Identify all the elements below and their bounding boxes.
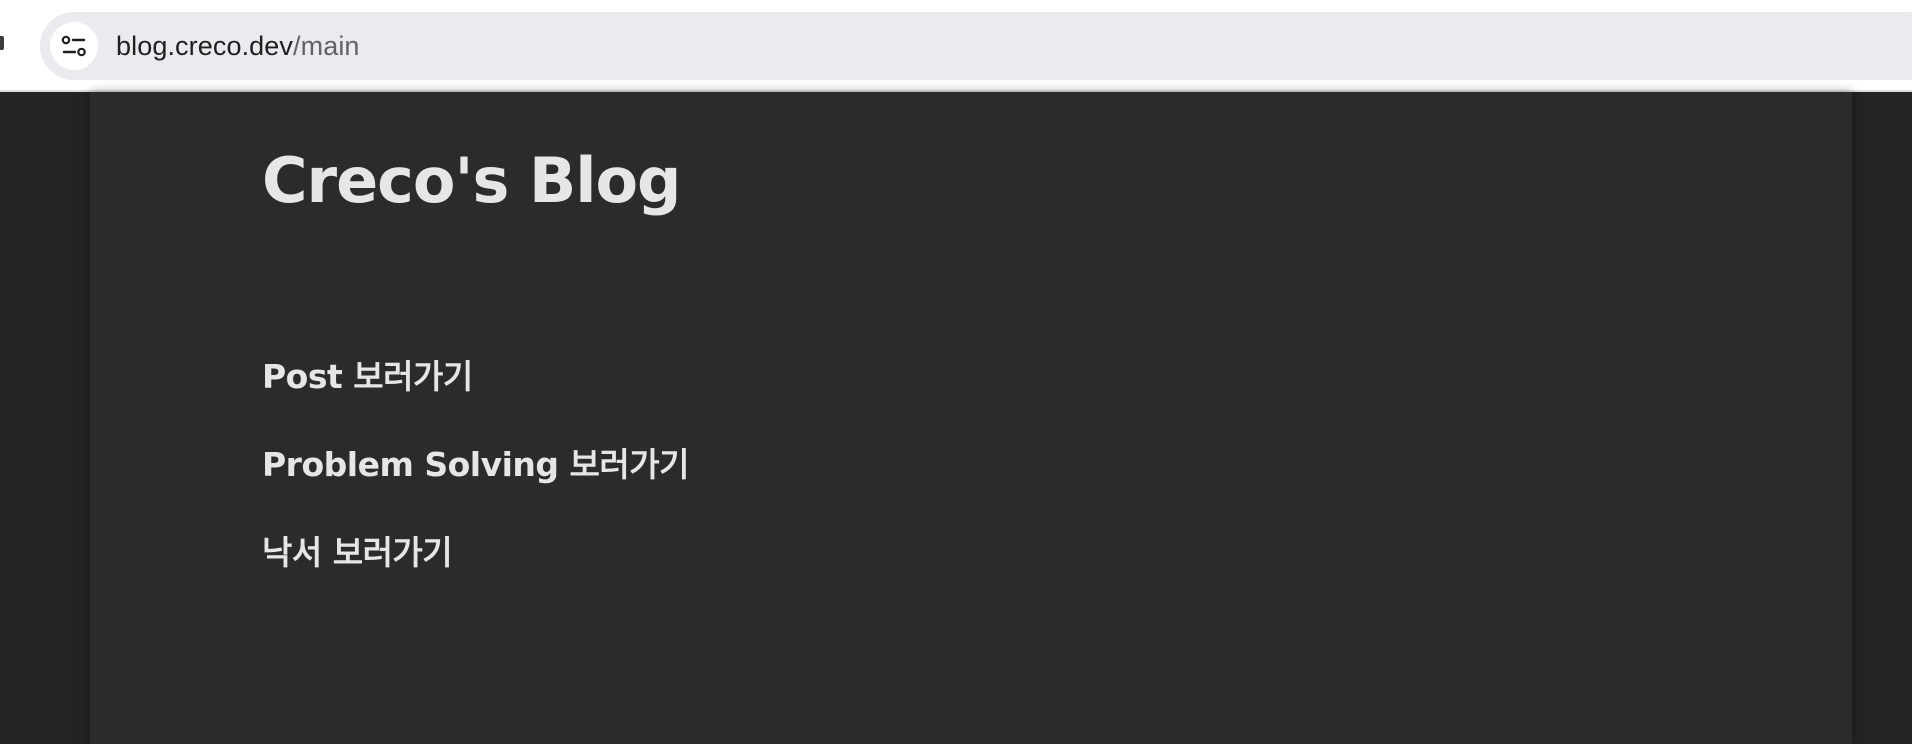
page-background: Creco's Blog Post 보러가기 Problem Solving 보…	[0, 92, 1912, 744]
url-path: /main	[293, 30, 360, 61]
list-item: Problem Solving 보러가기	[262, 438, 689, 526]
window-edge	[0, 36, 4, 50]
site-info-button[interactable]	[50, 22, 98, 70]
list-item: 낙서 보러가기	[262, 526, 689, 614]
url-host: blog.creco.dev	[116, 30, 294, 61]
post-link[interactable]: Post 보러가기	[262, 357, 473, 396]
content-panel: Creco's Blog Post 보러가기 Problem Solving 보…	[90, 92, 1852, 744]
nav-link-list: Post 보러가기 Problem Solving 보러가기 낙서 보러가기	[262, 350, 689, 614]
browser-toolbar: blog.creco.dev/main	[0, 0, 1912, 92]
doodle-link[interactable]: 낙서 보러가기	[262, 533, 453, 572]
list-item: Post 보러가기	[262, 350, 689, 438]
tune-icon	[61, 35, 86, 57]
page-title: Creco's Blog	[262, 144, 681, 217]
url-text[interactable]: blog.creco.dev/main	[116, 31, 360, 62]
problem-solving-link[interactable]: Problem Solving 보러가기	[262, 445, 689, 484]
address-bar[interactable]: blog.creco.dev/main	[40, 12, 1912, 80]
